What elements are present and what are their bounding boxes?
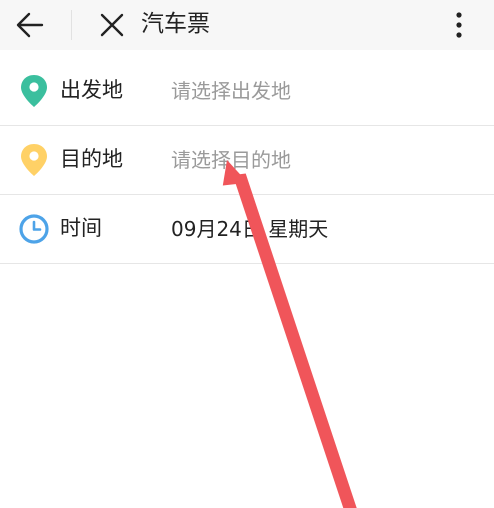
close-icon [100,13,124,37]
date-label: 时间 [60,216,102,240]
destination-label: 目的地 [60,147,123,171]
location-pin-icon [21,75,47,107]
top-bar: 汽车票 [0,0,494,50]
departure-pin [17,73,51,109]
destination-row[interactable]: 目的地 请选择目的地 [0,126,494,195]
close-button[interactable] [94,7,130,43]
back-button[interactable] [12,7,48,43]
departure-label: 出发地 [60,78,123,102]
departure-row[interactable]: 出发地 请选择出发地 [0,57,494,126]
ticket-search-form: 出发地 请选择出发地 目的地 请选择目的地 时间 09月24日 星期天 [0,57,494,264]
page-title: 汽车票 [141,11,210,37]
date-clock [17,211,51,247]
date-row[interactable]: 时间 09月24日 星期天 [0,195,494,264]
departure-field[interactable]: 请选择出发地 [171,76,291,106]
date-field[interactable]: 09月24日 星期天 [171,214,328,244]
destination-pin [17,142,51,178]
header-divider [71,10,72,40]
more-vertical-icon [456,12,462,38]
location-pin-icon [21,144,47,176]
more-options-button[interactable] [442,7,476,43]
arrow-left-icon [16,12,44,38]
destination-field[interactable]: 请选择目的地 [171,145,291,175]
clock-icon [19,214,49,244]
